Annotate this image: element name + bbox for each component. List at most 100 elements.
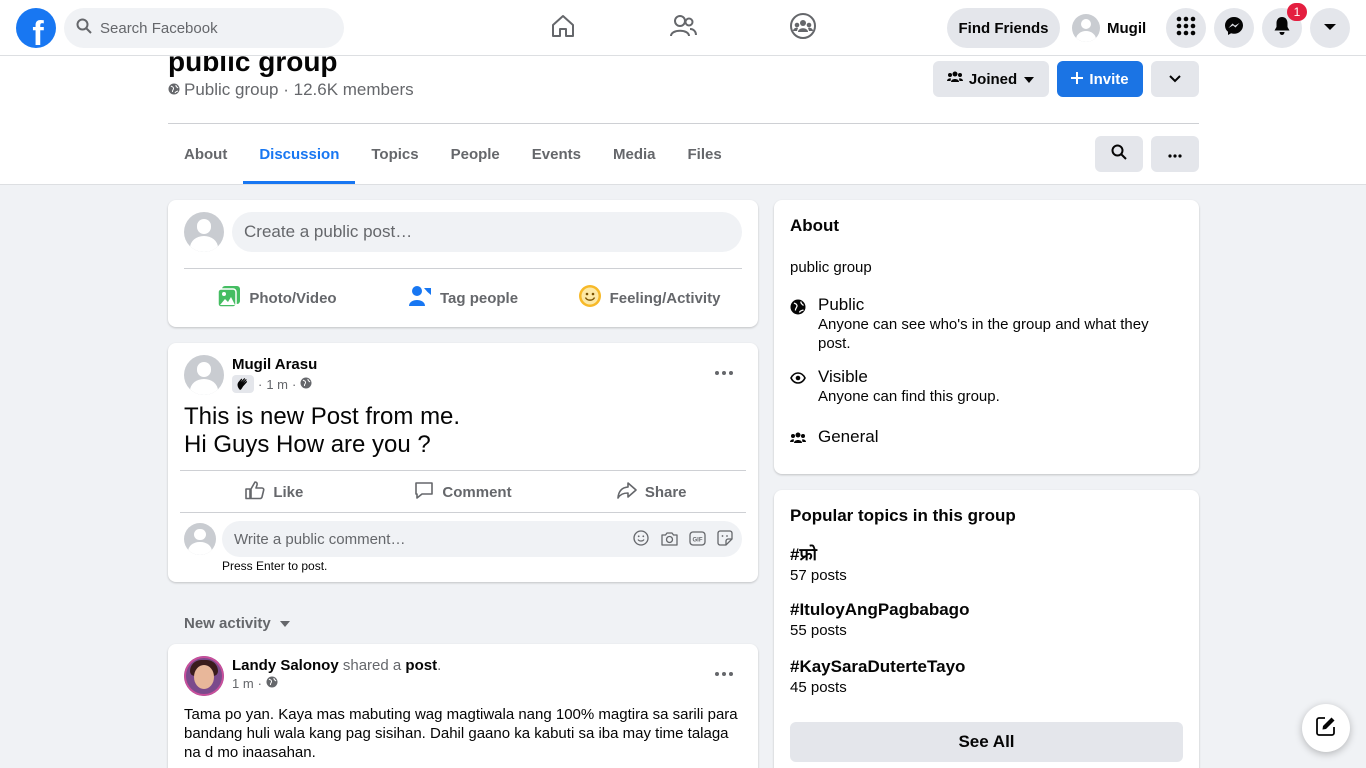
tab-about[interactable]: About — [168, 124, 243, 184]
search-icon — [1111, 144, 1127, 165]
header-more-button[interactable] — [1151, 61, 1199, 97]
post-options-button[interactable] — [706, 659, 742, 685]
top-navbar: f Find Friends Mugil — [0, 0, 1366, 56]
group-type-row: General — [790, 427, 878, 450]
find-friends-button[interactable]: Find Friends — [947, 8, 1060, 48]
about-title: About — [790, 216, 840, 235]
facebook-logo[interactable]: f — [16, 8, 56, 48]
account-menu-button[interactable] — [1310, 8, 1350, 48]
groups-icon — [789, 12, 817, 45]
search-bar[interactable] — [64, 8, 344, 48]
post-card: Landy Salonoy shared a post. 1 m · Tama … — [168, 644, 758, 768]
tab-discussion[interactable]: Discussion — [243, 124, 356, 184]
topic-item[interactable]: #KaySaraDuterteTayo 45 posts — [790, 657, 965, 696]
more-dots-icon — [715, 362, 733, 380]
group-search-button[interactable] — [1095, 136, 1143, 172]
chevron-down-icon — [1169, 70, 1181, 88]
group-more-button[interactable] — [1151, 136, 1199, 172]
comment-button[interactable]: Comment — [369, 474, 558, 510]
home-nav-button[interactable] — [533, 8, 593, 48]
joined-button[interactable]: Joined — [933, 61, 1049, 97]
tag-people-button[interactable]: Tag people — [370, 278, 556, 318]
divider — [180, 470, 746, 471]
invite-button[interactable]: Invite — [1057, 61, 1143, 97]
profile-chip[interactable]: Mugil — [1068, 8, 1154, 48]
visibility-row: Visible Anyone can find this group. — [790, 367, 1168, 406]
divider — [180, 512, 746, 513]
new-message-button[interactable] — [1302, 704, 1350, 752]
like-button[interactable]: Like — [180, 474, 369, 510]
photo-icon — [217, 284, 241, 312]
caret-down-icon — [1023, 71, 1035, 88]
caret-down-icon — [1323, 19, 1337, 37]
friends-icon — [669, 14, 697, 43]
create-post-input[interactable]: Create a public post… — [232, 212, 742, 252]
post-meta: 1 m · — [232, 676, 278, 691]
shared-post-link[interactable]: post — [405, 657, 437, 674]
post-author[interactable]: Landy Salonoy — [232, 657, 339, 674]
gif-icon[interactable]: GIF — [688, 529, 706, 547]
globe-icon — [266, 676, 278, 691]
tab-files[interactable]: Files — [672, 124, 738, 184]
feeling-activity-button[interactable]: Feeling/Activity — [556, 278, 742, 318]
comment-icon — [414, 480, 434, 504]
group-header: public group Public group · 12.6K member… — [0, 46, 1366, 185]
sticker-icon[interactable] — [716, 529, 734, 547]
about-description: public group — [790, 259, 872, 276]
divider — [184, 268, 742, 269]
see-all-button[interactable]: See All — [790, 722, 1183, 762]
globe-icon — [300, 377, 312, 392]
comment-input[interactable]: Write a public comment… GIF — [222, 521, 742, 557]
messenger-button[interactable] — [1214, 8, 1254, 48]
sort-new-activity-button[interactable]: New activity — [184, 615, 291, 632]
topic-item[interactable]: #ItuloyAngPagbabago 55 posts — [790, 600, 969, 639]
tab-events[interactable]: Events — [516, 124, 597, 184]
avatar[interactable] — [184, 355, 224, 395]
photo-video-button[interactable]: Photo/Video — [184, 278, 370, 318]
topic-item[interactable]: #फ्रो 57 posts — [790, 542, 847, 584]
post-composer: Create a public post… Photo/Video Tag pe… — [168, 200, 758, 327]
camera-icon[interactable] — [660, 529, 678, 547]
tab-people[interactable]: People — [435, 124, 516, 184]
group-meta: Public group · 12.6K members — [168, 80, 414, 100]
topics-title: Popular topics in this group — [790, 506, 1016, 525]
post-author[interactable]: Mugil Arasu — [232, 356, 317, 373]
emoji-icon[interactable] — [632, 529, 650, 547]
bell-icon — [1273, 16, 1291, 41]
notification-count-badge: 1 — [1287, 3, 1307, 21]
groups-nav-button[interactable] — [773, 8, 833, 48]
post-options-button[interactable] — [706, 358, 742, 384]
home-icon — [550, 14, 576, 43]
share-button[interactable]: Share — [557, 474, 746, 510]
tag-people-icon — [408, 284, 432, 312]
share-icon — [617, 480, 637, 504]
globe-icon — [790, 299, 806, 319]
group-members-icon — [946, 70, 963, 88]
group-tabs: About Discussion Topics People Events Me… — [168, 124, 738, 184]
svg-text:GIF: GIF — [692, 537, 702, 543]
post-author-line: Landy Salonoy shared a post. — [232, 657, 442, 674]
search-icon — [76, 18, 92, 39]
more-dots-icon — [1168, 145, 1182, 163]
menu-button[interactable] — [1166, 8, 1206, 48]
plus-icon — [1071, 71, 1084, 88]
search-input[interactable] — [100, 19, 320, 37]
post-body: Tama po yan. Kaya mas mabuting wag magti… — [184, 706, 738, 761]
friends-nav-button[interactable] — [653, 8, 713, 48]
about-card: About public group Public Anyone can see… — [774, 200, 1199, 474]
avatar[interactable] — [184, 656, 224, 696]
eye-icon — [790, 371, 806, 388]
thumbs-up-icon — [245, 480, 265, 504]
tab-topics[interactable]: Topics — [355, 124, 434, 184]
popular-topics-card: Popular topics in this group #फ्रो 57 po… — [774, 490, 1199, 768]
caret-down-icon — [279, 615, 291, 632]
tab-media[interactable]: Media — [597, 124, 672, 184]
more-dots-icon — [715, 663, 733, 681]
avatar — [184, 523, 216, 555]
apps-grid-icon — [1176, 16, 1196, 41]
new-member-badge-icon — [232, 375, 254, 393]
group-members-icon — [790, 432, 806, 449]
globe-icon — [168, 80, 184, 100]
avatar — [1072, 14, 1100, 42]
smiley-icon — [578, 284, 602, 312]
